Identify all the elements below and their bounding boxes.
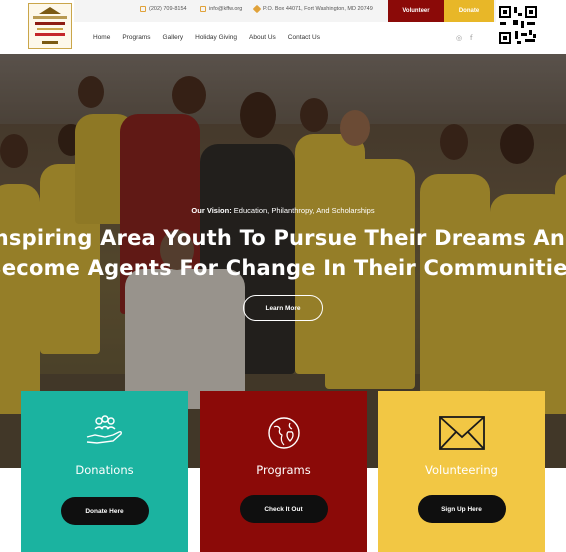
qr-code <box>497 4 539 46</box>
site-header: (202) 709-8154 info@kffw.org P.O. Box 44… <box>0 0 566 54</box>
email-contact[interactable]: info@kffw.org <box>200 6 242 12</box>
nav-item-about-us[interactable]: About Us <box>249 34 276 41</box>
donations-card: Donations Donate Here <box>21 391 188 552</box>
programs-card: Programs Check It Out <box>200 391 367 552</box>
phone-icon <box>140 6 146 12</box>
hero-headline-line2: Become Agents For Change In Their Commun… <box>0 256 566 280</box>
page: (202) 709-8154 info@kffw.org P.O. Box 44… <box>0 0 566 552</box>
facebook-icon[interactable]: f <box>470 34 472 42</box>
location-pin-icon <box>252 4 262 14</box>
email-address: info@kffw.org <box>209 6 243 12</box>
nav-item-programs[interactable]: Programs <box>122 34 150 41</box>
sign-up-here-button[interactable]: Sign Up Here <box>417 495 506 523</box>
phone-number: (202) 709-8154 <box>149 6 187 12</box>
donate-here-button[interactable]: Donate Here <box>60 497 149 525</box>
vision-text: Education, Philanthropy, And Scholarship… <box>233 206 375 215</box>
programs-title: Programs <box>256 463 311 477</box>
hero-headline: Inspiring Area Youth To Pursue Their Dre… <box>0 223 566 283</box>
nav-item-gallery[interactable]: Gallery <box>163 34 184 41</box>
donations-title: Donations <box>75 463 134 477</box>
donate-button[interactable]: Donate <box>444 0 494 22</box>
volunteer-button[interactable]: Volunteer <box>388 0 444 22</box>
phone-contact[interactable]: (202) 709-8154 <box>140 6 187 12</box>
main-nav: Home Programs Gallery Holiday Giving Abo… <box>93 34 332 41</box>
vision-label: Our Vision: <box>191 206 232 215</box>
hero-headline-line1: Inspiring Area Youth To Pursue Their Dre… <box>0 226 566 250</box>
envelope-icon <box>438 415 486 451</box>
instagram-icon[interactable]: ◎ <box>456 34 462 42</box>
hands-people-icon <box>85 415 125 445</box>
volunteering-card: Volunteering Sign Up Here <box>378 391 545 552</box>
globe-heart-icon <box>266 415 302 451</box>
nav-item-contact-us[interactable]: Contact Us <box>288 34 320 41</box>
nav-item-holiday-giving[interactable]: Holiday Giving <box>195 34 237 41</box>
volunteering-title: Volunteering <box>425 463 498 477</box>
learn-more-button[interactable]: Learn More <box>243 295 323 321</box>
address-contact: P.O. Box 44071, Fort Washington, MD 2074… <box>252 4 373 14</box>
vision-statement: Our Vision: Education, Philanthropy, And… <box>0 206 566 215</box>
nav-item-home[interactable]: Home <box>93 34 110 41</box>
check-it-out-button[interactable]: Check It Out <box>239 495 328 523</box>
mail-icon <box>200 6 206 12</box>
site-logo[interactable] <box>28 3 72 49</box>
postal-address: P.O. Box 44071, Fort Washington, MD 2074… <box>263 6 373 12</box>
